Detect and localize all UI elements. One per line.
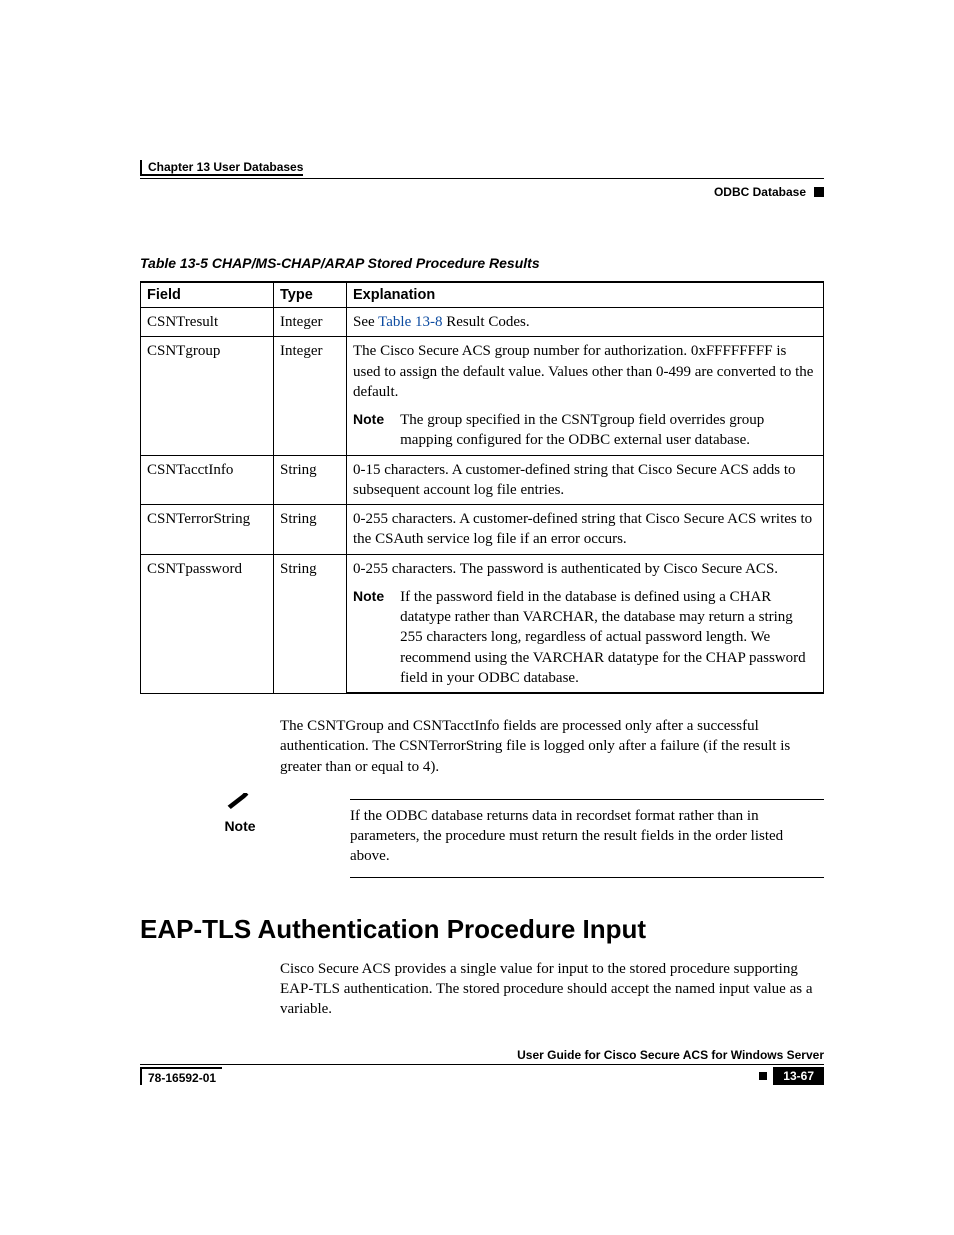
body-paragraph: The CSNTGroup and CSNTacctInfo fields ar…	[280, 716, 824, 777]
cell-explanation: 0-15 characters. A customer-defined stri…	[347, 455, 824, 505]
footer-page-number: 13-67	[773, 1067, 824, 1085]
th-explanation: Explanation	[347, 282, 824, 308]
table-row: CSNTgroup Integer The Cisco Secure ACS g…	[141, 337, 824, 406]
table-row: CSNTresult Integer See Table 13-8 Result…	[141, 308, 824, 337]
cell-type: Integer	[274, 308, 347, 337]
results-table: Field Type Explanation CSNTresult Intege…	[140, 281, 824, 694]
page-header-top: Chapter 13 User Databases	[140, 160, 824, 179]
cell-field: CSNTacctInfo	[141, 455, 274, 505]
cell-type: String	[274, 505, 347, 555]
table-row: CSNTacctInfo String 0-15 characters. A c…	[141, 455, 824, 505]
body-paragraph: Cisco Secure ACS provides a single value…	[280, 959, 824, 1020]
header-square-icon	[814, 187, 824, 197]
cell-type: Integer	[274, 337, 347, 455]
note-text: If the password field in the database is…	[400, 587, 817, 688]
page-footer: User Guide for Cisco Secure ACS for Wind…	[140, 1048, 824, 1085]
cell-field: CSNTgroup	[141, 337, 274, 455]
table-row: CSNTerrorString String 0-255 characters.…	[141, 505, 824, 555]
pencil-icon	[210, 793, 270, 818]
cell-field: CSNTpassword	[141, 554, 274, 693]
note-label: Note	[353, 410, 384, 451]
note-callout-text: If the ODBC database returns data in rec…	[350, 799, 824, 878]
footer-book-title: User Guide for Cisco Secure ACS for Wind…	[140, 1048, 824, 1065]
cell-field: CSNTerrorString	[141, 505, 274, 555]
cell-explanation: See Table 13-8 Result Codes.	[347, 308, 824, 337]
cell-explanation: The Cisco Secure ACS group number for au…	[347, 337, 824, 406]
section-label: ODBC Database	[714, 185, 806, 199]
th-type: Type	[274, 282, 347, 308]
note-label: Note	[353, 587, 384, 688]
cell-type: String	[274, 455, 347, 505]
table-link[interactable]: Table 13-8	[378, 314, 442, 330]
th-field: Field	[141, 282, 274, 308]
table-row: CSNTpassword String 0-255 characters. Th…	[141, 554, 824, 583]
page-header-section: ODBC Database	[140, 185, 824, 199]
cell-type: String	[274, 554, 347, 693]
chapter-label: Chapter 13 User Databases	[140, 160, 303, 176]
footer-doc-number: 78-16592-01	[140, 1067, 222, 1085]
note-callout-label: Note	[210, 818, 270, 834]
footer-square-icon	[759, 1072, 767, 1080]
cell-explanation: 0-255 characters. A customer-defined str…	[347, 505, 824, 555]
note-callout-icon-col: Note	[210, 793, 270, 834]
table-caption: Table 13-5 CHAP/MS-CHAP/ARAP Stored Proc…	[140, 255, 824, 271]
cell-field: CSNTresult	[141, 308, 274, 337]
cell-explanation: 0-255 characters. The password is authen…	[347, 554, 824, 583]
note-text: The group specified in the CSNTgroup fie…	[400, 410, 817, 451]
section-heading: EAP-TLS Authentication Procedure Input	[140, 914, 824, 945]
